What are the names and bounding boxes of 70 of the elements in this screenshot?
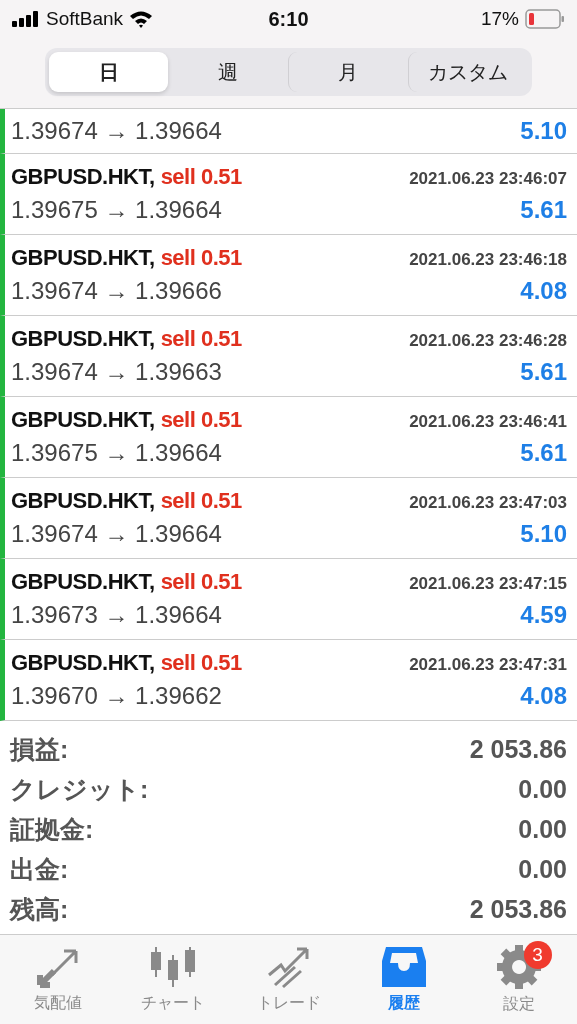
trade-row[interactable]: GBPUSD.HKT, sell 0.51 2021.06.23 23:47:03 1.39674 → 1.39664 5.10	[0, 478, 577, 559]
trade-row[interactable]: GBPUSD.HKT, sell 0.51 2021.06.23 23:46:28 1.39674 → 1.39663 5.61	[0, 316, 577, 397]
period-tab[interactable]: カスタム	[407, 52, 528, 92]
profit-value: 4.59	[520, 601, 567, 629]
symbol-label: GBPUSD.HKT,	[11, 326, 155, 351]
order-side: sell 0.51	[160, 569, 242, 594]
summary-label: 残高:	[10, 893, 69, 925]
period-tab[interactable]: 日	[49, 52, 169, 92]
trade-time: 2021.06.23 23:46:07	[409, 169, 567, 189]
order-side: sell 0.51	[160, 326, 242, 351]
trade-time: 2021.06.23 23:46:41	[409, 412, 567, 432]
price-range: 1.39674 → 1.39666	[11, 277, 222, 305]
trade-row[interactable]: 1.39674 → 1.39664 5.10	[0, 109, 577, 154]
trade-time: 2021.06.23 23:47:15	[409, 574, 567, 594]
order-side: sell 0.51	[160, 407, 242, 432]
profit-value: 5.10	[520, 117, 567, 145]
symbol-label: GBPUSD.HKT,	[11, 488, 155, 513]
symbol-label: GBPUSD.HKT,	[11, 407, 155, 432]
symbol-label: GBPUSD.HKT,	[11, 245, 155, 270]
summary-label: 証拠金:	[10, 813, 94, 845]
period-tab[interactable]: 月	[287, 52, 408, 92]
summary-value: 2 053.86	[469, 734, 567, 764]
price-range: 1.39674 → 1.39663	[11, 358, 222, 386]
trade-row[interactable]: GBPUSD.HKT, sell 0.51 2021.06.23 23:47:15 1.39673 → 1.39664 4.59	[0, 559, 577, 640]
profit-value: 5.61	[520, 358, 567, 386]
summary-label: 損益:	[10, 733, 69, 765]
trade-time: 2021.06.23 23:47:31	[409, 655, 567, 675]
summary-value: 2 053.86	[469, 894, 567, 924]
price-range: 1.39673 → 1.39664	[11, 601, 222, 629]
trade-time: 2021.06.23 23:46:28	[409, 331, 567, 351]
price-range: 1.39670 → 1.39662	[11, 682, 222, 710]
trade-time: 2021.06.23 23:46:18	[409, 250, 567, 270]
inbox-icon	[379, 945, 428, 989]
trade-row[interactable]: GBPUSD.HKT, sell 0.51 2021.06.23 23:46:41 1.39675 → 1.39664 5.61	[0, 397, 577, 478]
trade-row[interactable]: GBPUSD.HKT, sell 0.51 2021.06.23 23:46:18 1.39674 → 1.39666 4.08	[0, 235, 577, 316]
profit-value: 4.08	[520, 277, 567, 305]
price-range: 1.39675 → 1.39664	[11, 439, 222, 467]
wifi-icon	[129, 10, 154, 28]
battery-icon	[525, 9, 565, 29]
summary-label: クレジット:	[10, 773, 149, 805]
period-tab[interactable]: 週	[168, 52, 288, 92]
order-side: sell 0.51	[160, 245, 242, 270]
clock-time: 6:10	[268, 7, 309, 31]
trade-row[interactable]: GBPUSD.HKT, sell 0.51 2021.06.23 23:47:31 1.39670 → 1.39662 4.08	[0, 640, 577, 721]
notification-badge: 3	[523, 941, 552, 969]
symbol-label: GBPUSD.HKT,	[11, 650, 155, 675]
summary-value: 0.00	[518, 814, 567, 844]
order-side: sell 0.51	[160, 164, 242, 189]
summary-value: 0.00	[518, 854, 567, 884]
symbol-label: GBPUSD.HKT,	[11, 164, 155, 189]
carrier-name: SoftBank	[46, 8, 124, 30]
battery-percent: 17%	[480, 8, 519, 30]
price-range: 1.39675 → 1.39664	[11, 196, 222, 224]
profit-value: 5.10	[520, 520, 567, 548]
order-side: sell 0.51	[160, 488, 242, 513]
summary-value: 0.00	[518, 774, 567, 804]
price-range: 1.39674 → 1.39664	[11, 520, 222, 548]
candlestick-icon	[150, 945, 197, 989]
symbol-label: GBPUSD.HKT,	[11, 569, 155, 594]
trade-row[interactable]: GBPUSD.HKT, sell 0.51 2021.06.23 23:46:07 1.39675 → 1.39664 5.61	[0, 154, 577, 235]
profit-value: 5.61	[520, 439, 567, 467]
signal-icon	[12, 11, 40, 27]
trade-time: 2021.06.23 23:47:03	[409, 493, 567, 513]
price-range: 1.39674 → 1.39664	[11, 117, 222, 145]
tab-bar-item[interactable]: 設定 3	[461, 935, 577, 1024]
summary-label: 出金:	[10, 853, 69, 885]
order-side: sell 0.51	[160, 650, 242, 675]
tab-bar-item[interactable]: 履歴	[346, 935, 462, 1024]
profit-value: 5.61	[520, 196, 567, 224]
profit-value: 4.08	[520, 682, 567, 710]
